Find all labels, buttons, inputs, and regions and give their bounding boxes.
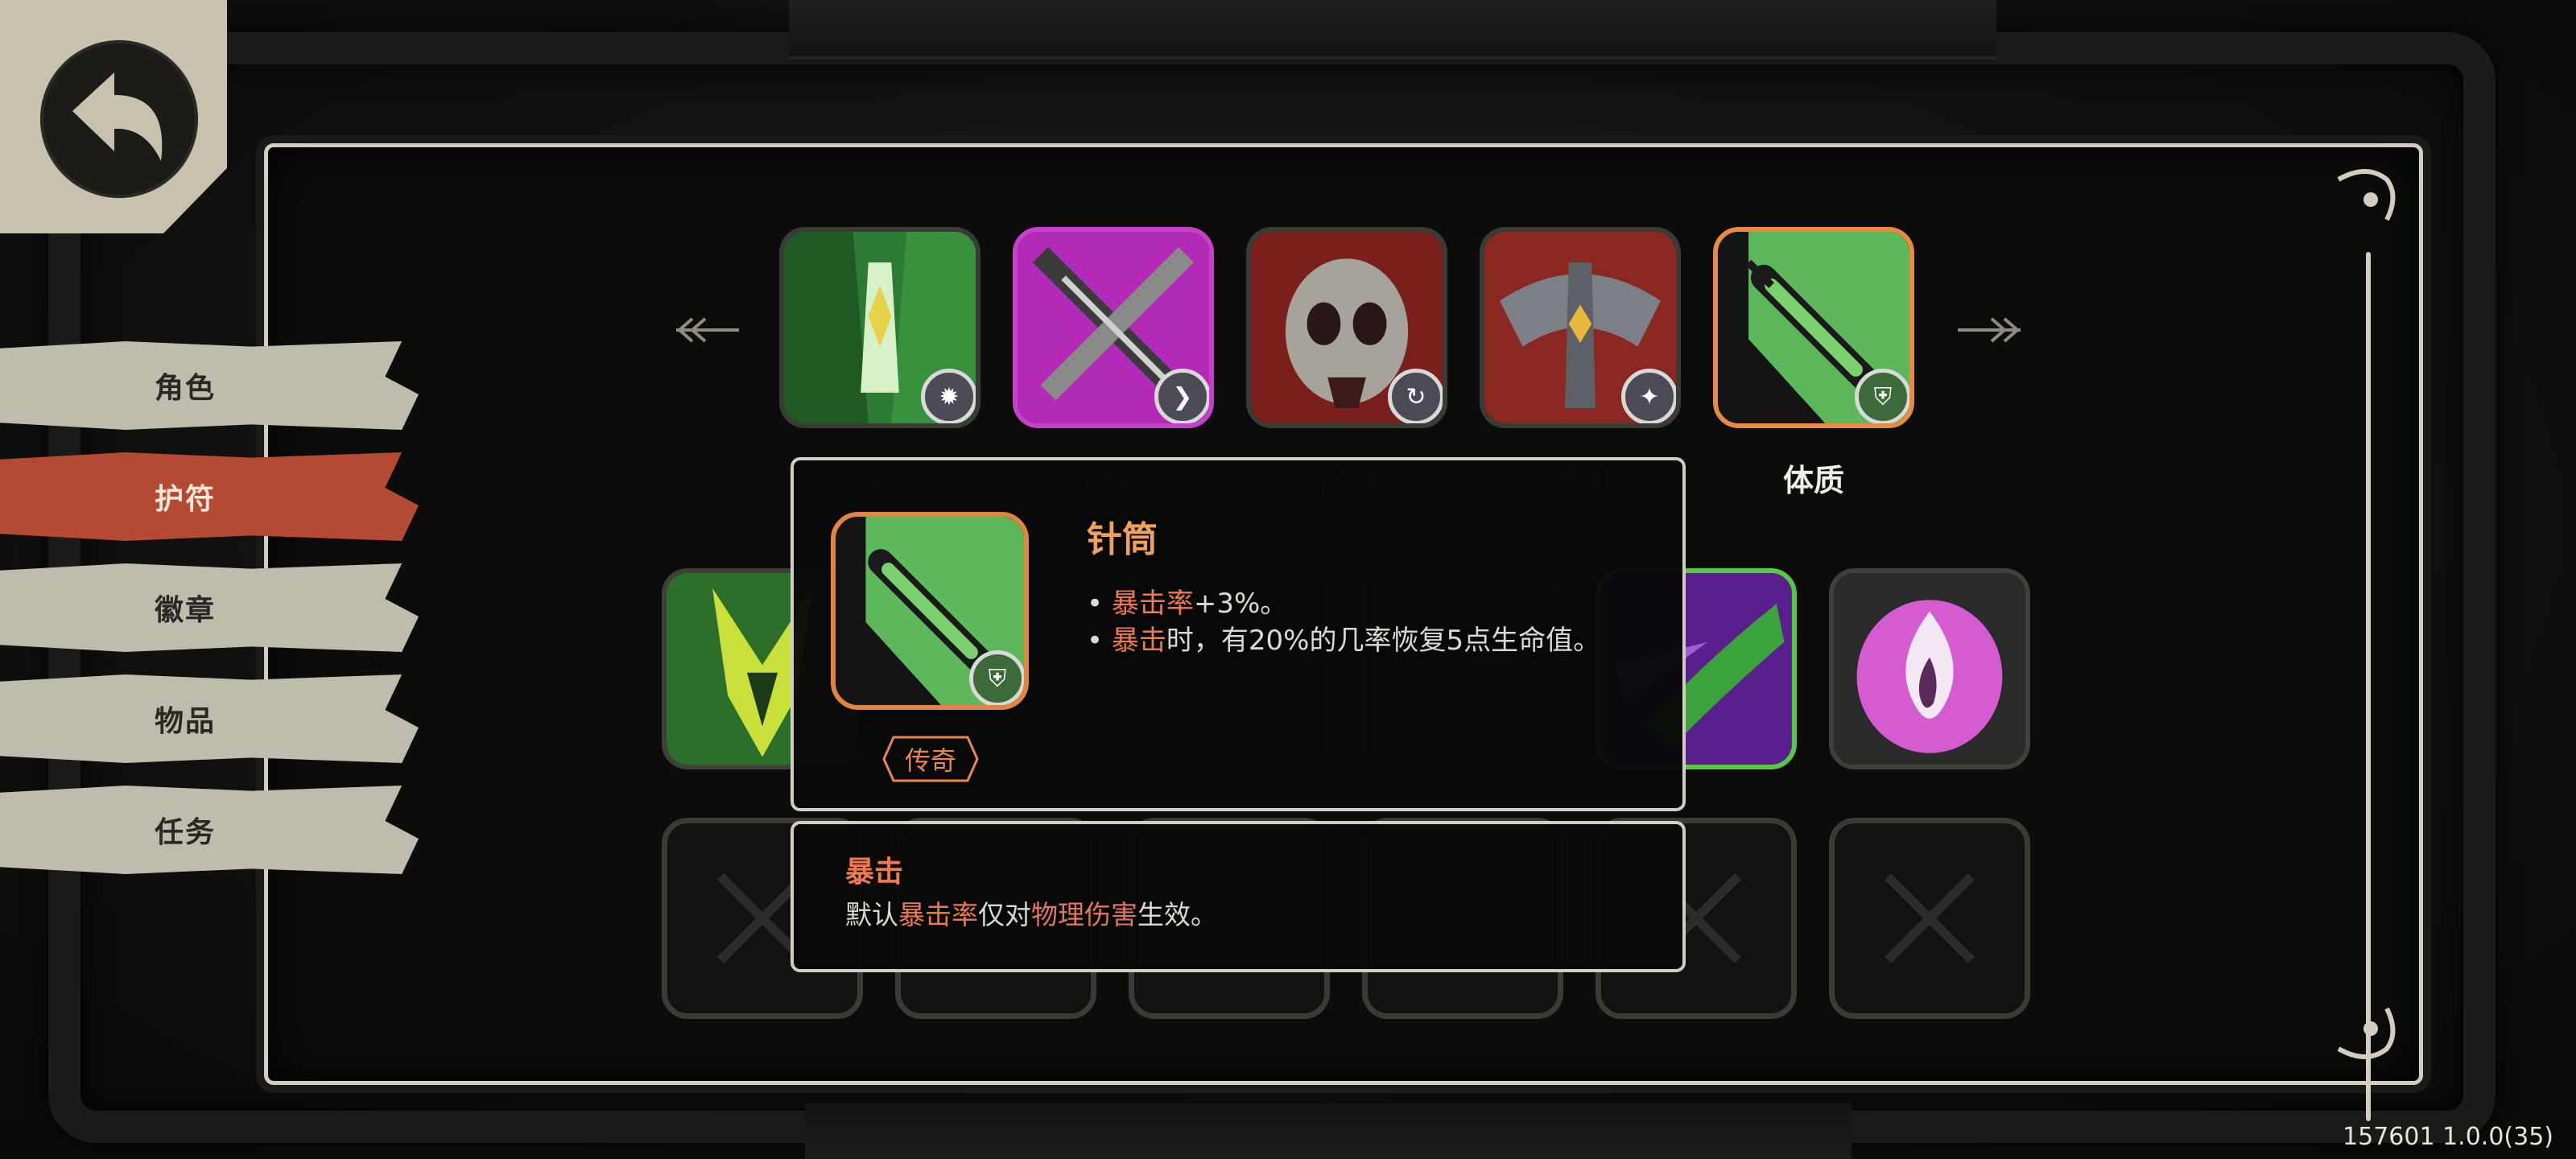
attribute-intellect-button[interactable]: ↻ (1246, 227, 1447, 428)
panel-scroll-track[interactable] (2366, 252, 2371, 1121)
tooltip-item-icon: ⛨ (831, 512, 1029, 710)
back-arrow-icon (72, 72, 163, 161)
version-label: 157601 1.0.0(35) (2343, 1123, 2553, 1151)
tooltip-effect-1: • 暴击率+3%。 (1087, 588, 1288, 620)
corner-ornament-icon (2337, 1007, 2396, 1059)
shield-icon: ⛨ (1855, 369, 1909, 423)
term-explanation: 暴击 默认暴击率仅对物理伤害生效。 (791, 821, 1686, 972)
tooltip-title: 针筒 (1087, 519, 1158, 560)
nav-item-amulet[interactable]: 护符 (0, 452, 419, 541)
shield-icon: ⛨ (969, 650, 1024, 705)
back-button[interactable] (0, 0, 227, 233)
empty-slot-6[interactable] (1829, 818, 2030, 1019)
swirl-icon: ↻ (1388, 369, 1443, 423)
nav-item-badge[interactable]: 徽章 (0, 563, 419, 652)
next-arrow-icon[interactable] (1956, 314, 2029, 346)
nav-item-quest[interactable]: 任务 (0, 786, 419, 874)
corner-ornament-icon (2337, 169, 2396, 221)
term-description: 默认暴击率仅对物理伤害生效。 (845, 899, 1217, 930)
rarity-tag: 传奇 (882, 736, 979, 782)
back-button-circle (40, 40, 198, 198)
attribute-constitution-button[interactable]: ⛨ (1713, 227, 1914, 428)
nav-item-items[interactable]: 物品 (0, 674, 419, 763)
bottom-decor-bar (805, 1103, 1852, 1159)
top-decor-bar (789, 0, 1996, 60)
amulet-slot-6[interactable] (1829, 568, 2030, 769)
attribute-agility-button[interactable]: ❯ (1013, 227, 1214, 428)
nav-item-character[interactable]: 角色 (0, 341, 419, 430)
attribute-perception-button[interactable]: ✦ (1480, 227, 1681, 428)
prev-arrow-icon[interactable] (668, 314, 741, 346)
attribute-strength-button[interactable]: ✹ (779, 227, 980, 428)
fire-icon: ✹ (921, 369, 976, 423)
pink-flame-icon (1834, 573, 2025, 765)
item-tooltip: ⛨ 针筒 • 暴击率+3%。 • 暴击时，有20%的几率恢复5点生命值。 传奇 (791, 457, 1686, 811)
tooltip-effect-2: • 暴击时，有20%的几率恢复5点生命值。 (1087, 625, 1601, 657)
attribute-label-constitution: 体质 (1782, 463, 1844, 498)
star-icon: ✦ (1621, 369, 1676, 423)
close-icon (1885, 873, 1975, 963)
term-title: 暴击 (845, 856, 904, 889)
chevron-icon: ❯ (1154, 369, 1209, 423)
